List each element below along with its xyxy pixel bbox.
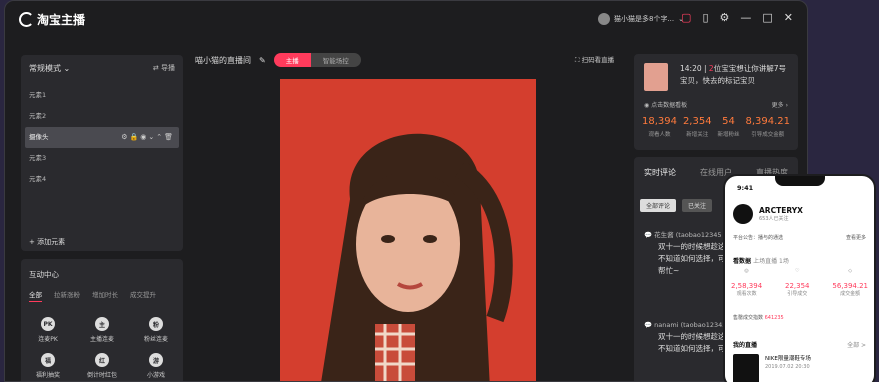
director-switch[interactable]: ⇄ 导播 [153, 63, 175, 74]
stat-item: 54 新增粉丝 [717, 116, 740, 138]
user-menu[interactable]: 猫小猫是多8个字... ⌄ [598, 13, 684, 25]
phone-notch [775, 176, 825, 186]
list-item[interactable]: 元素4 [21, 169, 183, 190]
streamer-portrait [280, 79, 536, 381]
scene-panel: 常规模式 ⌄ ⇄ 导播 元素1 元素2 摄像头 ⚙🔒◉⌄⌃🗑 元素3 元素4 +… [21, 55, 183, 251]
mode-select[interactable]: 常规模式 ⌄ [29, 63, 70, 74]
platform-notice[interactable]: 平台公告：播与的通选 查看更多 [733, 234, 866, 241]
window-controls: ▢ ▯ ⚙ — □ ✕ [681, 11, 793, 24]
list-item-selected[interactable]: 摄像头 ⚙🔒◉⌄⌃🗑 [25, 127, 179, 148]
phone-stat: ◇ 56,394.21 成交金额 [832, 268, 868, 297]
tab-conversion[interactable]: 成交提升 [130, 289, 156, 302]
phone-stat: ◎ 2,58,394 观看次数 [731, 268, 763, 297]
explain-notice: 14:20 | 2位宝宝想让你讲解7号 宝贝，快去的标记宝贝 [680, 64, 786, 85]
chip-all-comments[interactable]: 全部评论 [640, 199, 677, 212]
element-list: 元素1 元素2 摄像头 ⚙🔒◉⌄⌃🗑 元素3 元素4 [21, 85, 183, 190]
room-title: 喵小猫的直播间 [195, 55, 251, 65]
live-video-preview [280, 79, 536, 381]
red-packet-icon: 红 [95, 353, 109, 367]
data-board-link[interactable]: ◉ 点击数据看板 [644, 100, 687, 109]
sales-index: 售罄成交指数 641235 [733, 315, 784, 321]
phone-stats: ◎ 2,58,394 观看次数 ♡ 22,354 引导成交 ◇ 56,394.21 成交金额 [731, 268, 868, 297]
app-window: 淘宝主播 猫小猫是多8个字... ⌄ ▢ ▯ ⚙ — □ ✕ 常规模式 ⌄ ⇄ … [4, 0, 808, 382]
stats-row: 18,394 观看人数 2,354 新增关注 54 新增粉丝 8,394.21 引导成交… [642, 116, 790, 138]
tab-all[interactable]: 全部 [29, 289, 42, 302]
interact-item[interactable]: 游小游戏 [129, 353, 183, 379]
list-item[interactable]: 元素3 [21, 148, 183, 169]
avatar [598, 13, 610, 25]
tab-live-comments[interactable]: 实时评论 [644, 167, 676, 178]
list-item[interactable]: 元素1 [21, 85, 183, 106]
my-live-header: 我的直播 全部 > [733, 342, 866, 349]
tab-duration[interactable]: 增加时长 [92, 289, 118, 302]
brand-header: ARCTERYX 653人已关注 [733, 204, 803, 224]
scan-live-button[interactable]: ⛶ 扫码看直播 [575, 54, 614, 65]
mobile-preview: 9:41 ARCTERYX 653人已关注 平台公告：播与的通选 查看更多 看数… [723, 174, 876, 382]
settings-icon[interactable]: ⚙ [720, 11, 730, 24]
app-name: 淘宝主播 [37, 13, 86, 27]
minimize-icon[interactable]: — [740, 11, 751, 24]
element-tools[interactable]: ⚙🔒◉⌄⌃🗑 [121, 127, 175, 148]
edit-icon[interactable]: ✎ [259, 56, 266, 65]
brand-logo [733, 204, 753, 224]
chip-followed[interactable]: 已关注 [682, 199, 713, 212]
data-section-title: 看数据 上场直播 1场 [733, 258, 789, 265]
product-thumbnail [644, 63, 668, 91]
live-cover [733, 354, 759, 382]
interact-panel: 互动中心 全部 拉新涨粉 增加时长 成交提升 PK 连麦PK 主主播连麦 粉粉丝连… [21, 259, 183, 381]
user-name: 猫小猫是多8个字... [614, 15, 675, 23]
taobao-logo-icon [19, 12, 34, 27]
info-panel: 14:20 | 2位宝宝想让你讲解7号 宝贝，快去的标记宝贝 ◉ 点击数据看板 … [634, 54, 798, 150]
gift-icon: 福 [41, 353, 55, 367]
interact-item[interactable]: 福福利抽奖 [21, 353, 75, 379]
interact-tabs: 全部 拉新涨粉 增加时长 成交提升 [29, 289, 156, 302]
list-item[interactable]: 元素2 [21, 106, 183, 127]
pk-icon: PK [41, 317, 55, 331]
interact-item[interactable]: 主主播连麦 [75, 317, 129, 343]
interact-item[interactable]: 粉粉丝连麦 [129, 317, 183, 343]
stage-tabs: 主播 智能场控 [273, 53, 361, 67]
maximize-icon[interactable]: □ [762, 11, 772, 24]
live-card[interactable]: NIKE限量潮鞋专场 2019.07.02 20:30 [733, 354, 866, 382]
notebook-icon[interactable]: ▯ [702, 11, 708, 24]
tab-host[interactable]: 主播 [273, 53, 311, 67]
comment-filter: 全部评论 已关注 [640, 199, 713, 212]
tab-fans[interactable]: 拉新涨粉 [54, 289, 80, 302]
app-logo: 淘宝主播 [19, 11, 85, 28]
interact-item[interactable]: PK 连麦PK [21, 317, 75, 343]
more-link[interactable]: 更多 › [772, 100, 788, 109]
host-link-icon: 主 [95, 317, 109, 331]
message-icon[interactable]: ▢ [681, 11, 691, 24]
close-icon[interactable]: ✕ [784, 11, 793, 24]
interact-grid: PK 连麦PK 主主播连麦 粉粉丝连麦 福福利抽奖 红倒计时红包 游小游戏 [21, 317, 183, 379]
titlebar: 淘宝主播 猫小猫是多8个字... ⌄ ▢ ▯ ⚙ — □ ✕ [5, 1, 807, 39]
interact-item[interactable]: 红倒计时红包 [75, 353, 129, 379]
stat-item: 2,354 新增关注 [682, 116, 712, 138]
stat-item: 18,394 观看人数 [642, 116, 677, 138]
stage-header: 喵小猫的直播间 ✎ 主播 智能场控 [195, 53, 361, 67]
interact-title: 互动中心 [29, 270, 59, 279]
stat-item: 8,394.21 引导成交金额 [745, 116, 790, 138]
add-element-button[interactable]: + 添加元素 [29, 237, 65, 247]
fan-link-icon: 粉 [149, 317, 163, 331]
phone-stat: ♡ 22,354 引导成交 [785, 268, 810, 297]
tab-smart-control[interactable]: 智能场控 [310, 53, 361, 67]
game-icon: 游 [149, 353, 163, 367]
phone-time: 9:41 [737, 184, 754, 192]
